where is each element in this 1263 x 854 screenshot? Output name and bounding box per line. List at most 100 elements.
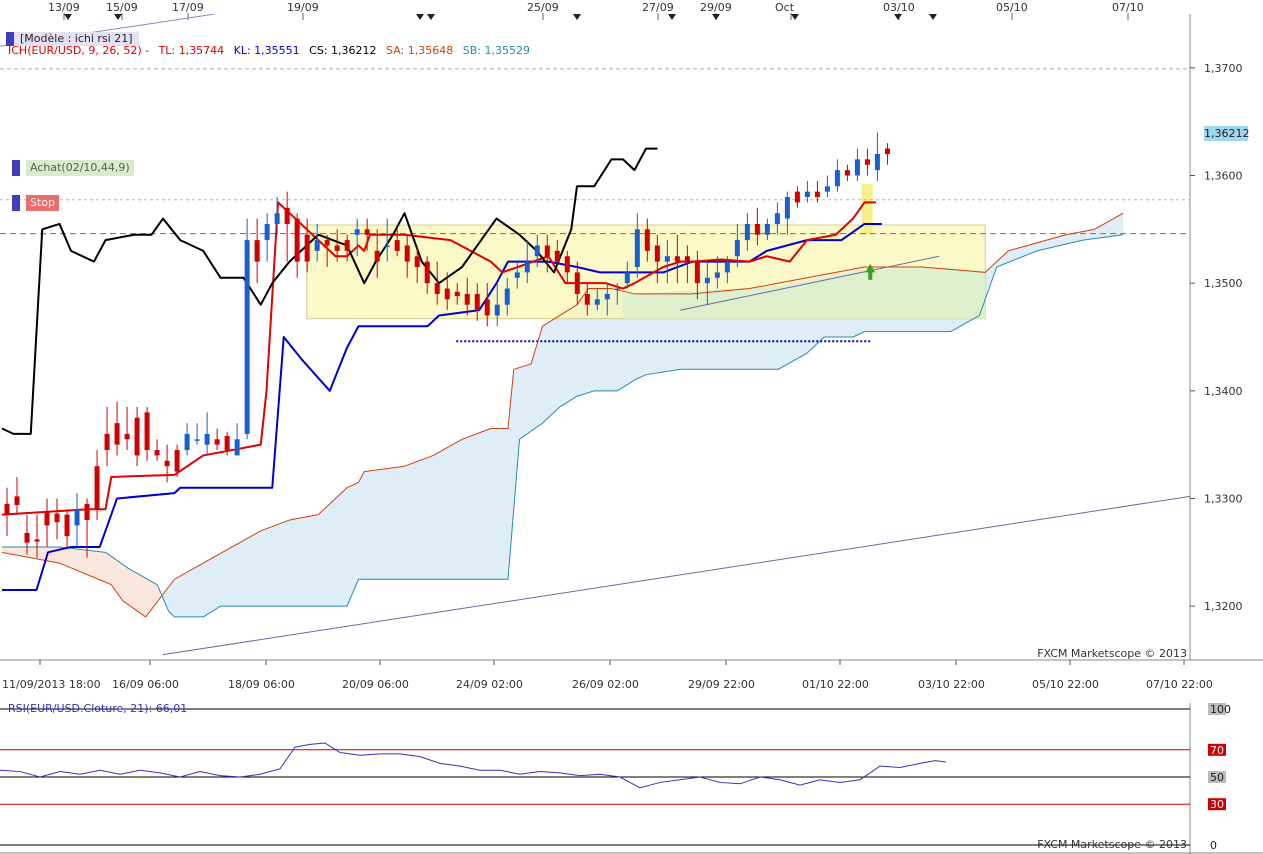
- candle-bear: [404, 245, 410, 262]
- candle-bear: [444, 288, 450, 300]
- candle-bull: [724, 261, 730, 273]
- x-tick-label: 29/09 22:00: [688, 678, 755, 691]
- candle-bear: [144, 412, 150, 451]
- rsi-level-label: 50: [1210, 771, 1224, 784]
- candle-bear: [814, 191, 820, 198]
- candle-bear: [644, 229, 650, 251]
- kumo-cloud-segment: [565, 308, 572, 404]
- buy-tag[interactable]: Achat(02/10,44,9): [12, 160, 134, 176]
- kumo-cloud-segment: [122, 564, 129, 605]
- kumo-cloud-segment: [226, 546, 232, 607]
- kumo-cloud-segment: [243, 537, 250, 607]
- candle-bull: [244, 240, 250, 434]
- main-price-chart[interactable]: 1,3700 1,3600 1,3500 1,3400 1,3300 1,3200 11/0…: [0, 14, 1263, 704]
- y-tick-label: 1,3600: [1204, 170, 1243, 183]
- rsi-level-label: 0: [1210, 839, 1217, 852]
- kumo-cloud-segment: [513, 367, 520, 510]
- legend-sa: SA: 1,35648: [386, 44, 454, 57]
- candle-bear: [44, 511, 50, 526]
- candle-bear: [794, 191, 800, 203]
- rsi-panel[interactable]: 100 70 50 30 0: [0, 703, 1263, 854]
- kumo-cloud-segment: [352, 482, 359, 593]
- candle-bear: [304, 234, 310, 262]
- candle-bear: [114, 423, 120, 445]
- kumo-cloud-segment: [278, 522, 284, 607]
- kumo-cloud-segment: [111, 556, 117, 593]
- candle-bull: [634, 229, 640, 268]
- y-tick-label: 1,3400: [1204, 385, 1243, 398]
- stop-tag[interactable]: Stop: [12, 195, 60, 211]
- y-tick-label: 1,3200: [1204, 600, 1243, 613]
- x-tick-label: 11/09/2013 18:00: [2, 678, 101, 691]
- candle-bear: [164, 460, 170, 467]
- candle-bear: [574, 272, 580, 294]
- kumo-cloud-segment: [232, 543, 238, 607]
- kumo-cloud-segment: [548, 319, 554, 418]
- candle-bull: [614, 288, 620, 291]
- candle-bull: [534, 245, 540, 257]
- kumo-cloud-segment: [214, 553, 221, 610]
- kumo-cloud-segment: [496, 428, 503, 580]
- header-date-label: 25/09: [527, 1, 559, 14]
- header-date-label: Oct: [775, 1, 795, 14]
- header-date-label: 13/09: [48, 1, 80, 14]
- kumo-cloud-segment: [404, 464, 411, 580]
- kumo-cloud-segment: [134, 571, 140, 613]
- header-date-label: 29/09: [700, 1, 732, 14]
- kumo-cloud-segment: [439, 448, 445, 580]
- legend-sb: SB: 1,35529: [462, 44, 530, 57]
- kumo-cloud-segment: [433, 452, 439, 580]
- kumo-cloud-segment: [30, 546, 37, 559]
- kumo-cloud-segment: [427, 455, 434, 580]
- kumo-cloud-segment: [65, 547, 71, 568]
- candle-bear: [394, 240, 400, 251]
- kumo-cloud-segment: [502, 428, 508, 580]
- kumo-cloud-segment: [324, 503, 330, 607]
- kumo-cloud-segment: [542, 322, 549, 424]
- candle-bear: [554, 250, 560, 262]
- kumo-cloud-segment: [410, 461, 416, 580]
- copyright-rsi-text: FXCM Marketscope © 2013: [1037, 838, 1187, 851]
- header-date-label: 05/10: [996, 1, 1028, 14]
- kumo-cloud-segment: [312, 514, 319, 607]
- candle-bear: [214, 439, 220, 445]
- candle-bull: [494, 304, 500, 316]
- kumo-cloud-segment: [1088, 229, 1095, 240]
- kumo-cloud-segment: [197, 563, 204, 617]
- kumo-cloud-segment: [76, 548, 83, 573]
- candle-bear: [884, 148, 890, 154]
- x-tick-label: 07/10 22:00: [1146, 678, 1213, 691]
- rsi-level-label: 30: [1210, 798, 1224, 811]
- candle-bear: [544, 245, 550, 257]
- kumo-cloud-segment: [289, 518, 296, 607]
- candle-bull: [664, 256, 670, 262]
- candle-bear: [4, 503, 10, 515]
- kumo-cloud-segment: [128, 568, 135, 609]
- kumo-cloud-segment: [525, 363, 531, 436]
- kumo-cloud-segment: [421, 457, 428, 580]
- kumo-cloud-segment: [105, 552, 112, 585]
- kumo-cloud-segment: [554, 315, 560, 413]
- candle-bear: [224, 436, 230, 451]
- candle-bear: [294, 218, 300, 262]
- kumo-cloud-segment: [456, 439, 462, 580]
- kumo-cloud-segment: [237, 540, 244, 607]
- kumo-cloud-segment: [19, 546, 25, 557]
- kumo-cloud-segment: [490, 428, 497, 580]
- x-tick-label: 01/10 22:00: [802, 678, 869, 691]
- candle-bear: [284, 207, 290, 224]
- kumo-cloud-segment: [180, 572, 186, 617]
- candle-bull: [714, 272, 720, 278]
- candle-bear: [174, 450, 180, 472]
- kumo-cloud-segment: [209, 556, 215, 614]
- rsi-label: RSI(EUR/USD.Cloture, 21): 66,01: [8, 702, 187, 715]
- kumo-cloud-segment: [186, 569, 192, 617]
- y-tick-label: 1,3700: [1204, 62, 1243, 75]
- kumo-cloud-segment: [444, 445, 451, 580]
- candle-bull: [744, 223, 750, 241]
- candle-bear: [454, 291, 460, 297]
- kumo-cloud-segment: [467, 434, 474, 580]
- kumo-cloud-segment: [393, 466, 399, 580]
- x-tick-label: 05/10 22:00: [1032, 678, 1099, 691]
- x-tick-label: 20/09 06:00: [342, 678, 409, 691]
